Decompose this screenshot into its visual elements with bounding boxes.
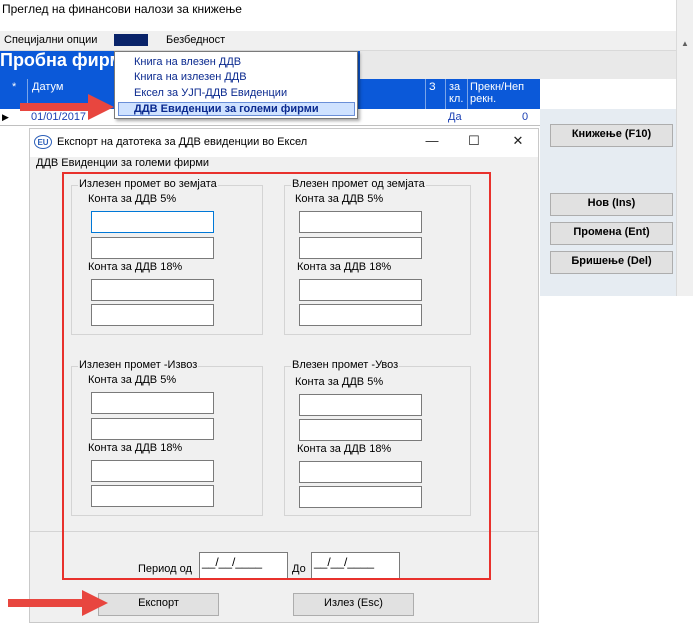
menu-special-options[interactable]: Специјални опции <box>2 34 99 46</box>
post-button[interactable]: Книжење (F10) <box>550 124 673 147</box>
close-icon[interactable]: ✕ <box>508 133 528 149</box>
menu-item-output-vat-book[interactable]: Книга на излезен ДДВ <box>134 71 247 83</box>
menu-item-large-companies[interactable]: ДДВ Евиденции за големи фирми <box>134 103 319 115</box>
column-z[interactable]: З <box>429 81 436 93</box>
app-icon: EU <box>34 135 52 149</box>
maximize-icon[interactable]: ☐ <box>464 133 484 149</box>
main-window-title: Преглед на финансови налози за книжење <box>2 2 242 16</box>
row-pointer-icon: ▶ <box>2 112 9 122</box>
export-dropdown-menu: Книга на влезен ДДВ Книга на излезен ДДВ… <box>114 51 358 119</box>
column-date[interactable]: Датум <box>32 81 63 93</box>
exit-button[interactable]: Излез (Esc) <box>293 593 414 616</box>
new-button[interactable]: Нов (Ins) <box>550 193 673 216</box>
export-button[interactable]: Експорт <box>98 593 219 616</box>
column-marker: * <box>12 81 17 93</box>
row-za-kl: Да <box>448 111 462 123</box>
menu-bar: Специјални опции Извоз Безбедност <box>0 31 693 51</box>
side-panel: Книжење (F10) Нов (Ins) Промена (Ent) Бр… <box>540 109 676 296</box>
delete-button[interactable]: Бришење (Del) <box>550 251 673 274</box>
menu-item-input-vat-book[interactable]: Книга на влезен ДДВ <box>134 56 241 68</box>
minimize-icon[interactable]: — <box>422 133 442 148</box>
dialog-caption: ДДВ Евиденции за големи фирми <box>36 157 210 169</box>
banner-background <box>360 51 676 79</box>
edit-button[interactable]: Промена (Ent) <box>550 222 673 245</box>
export-dialog: EU Експорт на датотека за ДДВ евиденции … <box>29 128 539 623</box>
column-za-kl[interactable]: за кл. <box>449 81 467 105</box>
dialog-titlebar[interactable]: EU Експорт на датотека за ДДВ евиденции … <box>30 129 538 157</box>
annotation-highlight-frame <box>62 172 491 580</box>
row-date: 01/01/2017 <box>31 111 87 123</box>
scroll-up-icon[interactable]: ▲ <box>677 36 693 52</box>
menu-security[interactable]: Безбедност <box>164 34 227 46</box>
menu-item-excel-ujp[interactable]: Ексел за УЈП-ДДВ Евиденции <box>134 87 287 99</box>
company-name: Пробна фирм <box>0 50 123 70</box>
vertical-scrollbar[interactable]: ▲ <box>676 0 693 296</box>
row-amount: 0 <box>522 111 529 123</box>
column-prekn[interactable]: Прекн/Неп рекн. <box>470 81 538 105</box>
menu-export[interactable]: Извоз <box>114 34 148 46</box>
dialog-title: Експорт на датотека за ДДВ евиденции во … <box>57 136 308 148</box>
